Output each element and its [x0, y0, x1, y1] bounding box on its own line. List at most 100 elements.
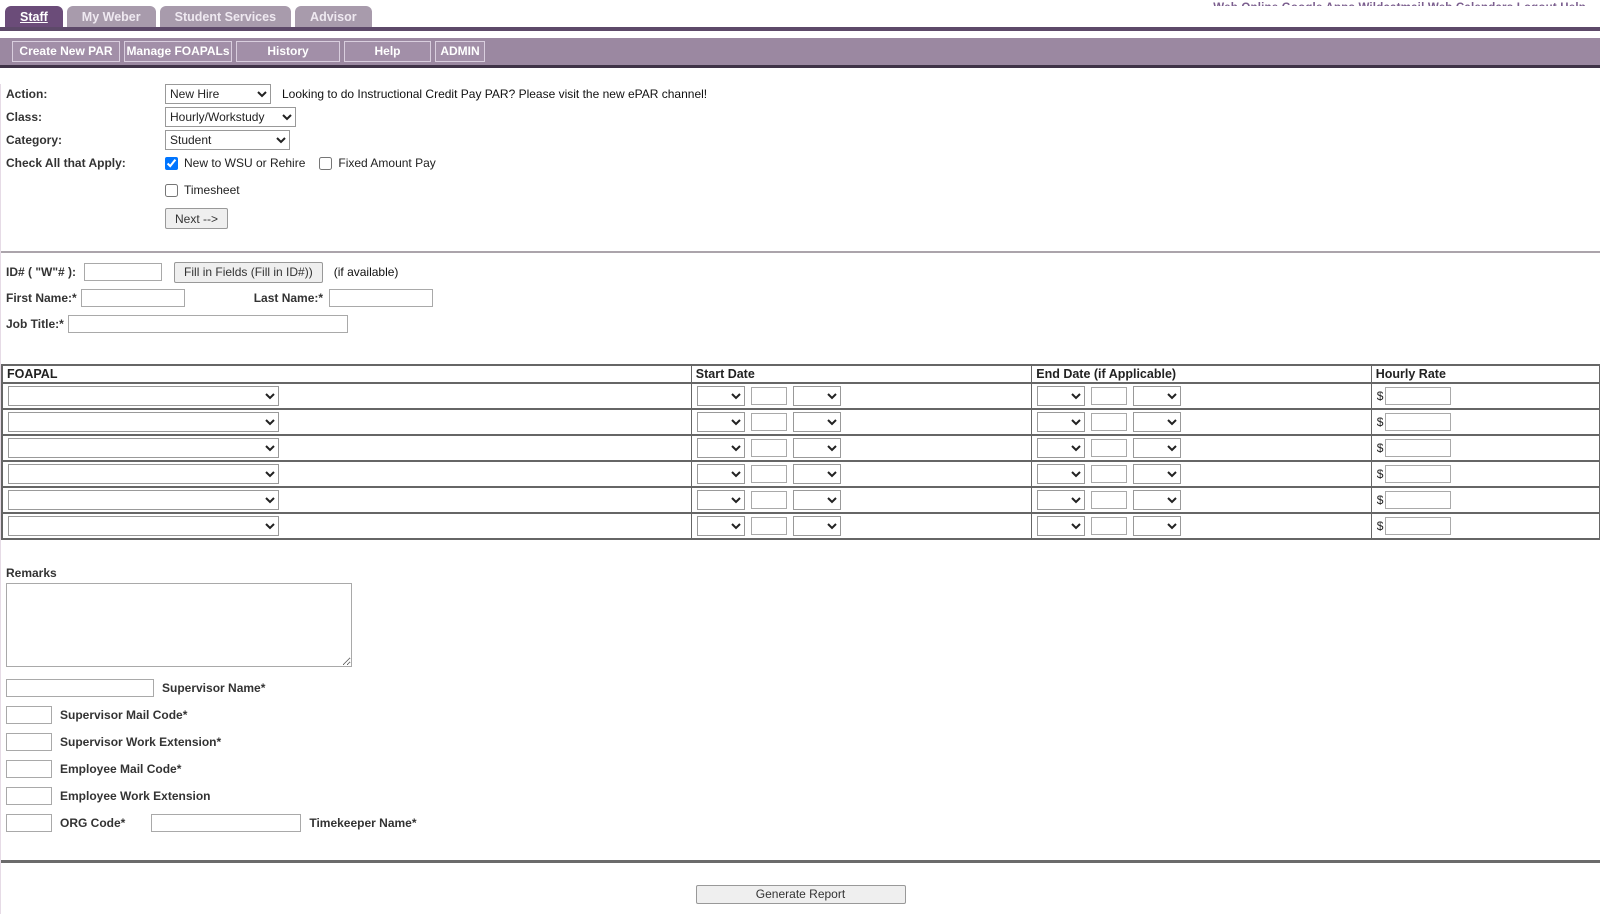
foapal-select[interactable]: [8, 516, 279, 536]
start-day-input[interactable]: [751, 387, 787, 405]
top-links-text[interactable]: Web Online Google Apps Wildcatmail Web C…: [1213, 2, 1586, 6]
hourly-rate-input[interactable]: [1385, 517, 1451, 535]
new-to-wsu-label[interactable]: New to WSU or Rehire: [184, 156, 305, 170]
fixed-amount-pay-label[interactable]: Fixed Amount Pay: [338, 156, 435, 170]
start-year-select[interactable]: [793, 516, 841, 536]
timekeeper-name-label: Timekeeper Name*: [309, 816, 416, 830]
end-month-select[interactable]: [1037, 516, 1085, 536]
remarks-label: Remarks: [6, 566, 1600, 580]
start-day-input[interactable]: [751, 413, 787, 431]
check-all-label: Check All that Apply:: [6, 156, 165, 170]
generate-report-button[interactable]: Generate Report: [696, 885, 906, 904]
action-label: Action:: [6, 87, 165, 101]
foapal-select[interactable]: [8, 438, 279, 458]
end-year-select[interactable]: [1133, 438, 1181, 458]
foapal-row: $: [2, 461, 1600, 487]
start-year-select[interactable]: [793, 412, 841, 432]
end-day-input[interactable]: [1091, 517, 1127, 535]
start-year-select[interactable]: [793, 464, 841, 484]
next-button[interactable]: Next -->: [165, 208, 228, 229]
start-day-input[interactable]: [751, 491, 787, 509]
supervisor-mail-code-label: Supervisor Mail Code*: [60, 708, 187, 722]
end-day-input[interactable]: [1091, 491, 1127, 509]
last-name-input[interactable]: [329, 289, 433, 307]
employee-work-extension-input[interactable]: [6, 787, 52, 805]
employee-mail-code-label: Employee Mail Code*: [60, 762, 181, 776]
end-month-select[interactable]: [1037, 464, 1085, 484]
end-day-input[interactable]: [1091, 439, 1127, 457]
id-number-label: ID# ( "W"# ):: [6, 265, 76, 279]
manage-foapals-button[interactable]: Manage FOAPALs: [124, 41, 232, 62]
tab-advisor[interactable]: Advisor: [295, 6, 372, 27]
help-button[interactable]: Help: [344, 41, 431, 62]
start-year-select[interactable]: [793, 490, 841, 510]
foapal-select[interactable]: [8, 464, 279, 484]
hourly-rate-input[interactable]: [1385, 413, 1451, 431]
foapal-select[interactable]: [8, 386, 279, 406]
remarks-textarea[interactable]: [6, 583, 352, 667]
timesheet-label[interactable]: Timesheet: [184, 183, 240, 197]
end-month-select[interactable]: [1037, 438, 1085, 458]
tab-my-weber[interactable]: My Weber: [67, 6, 156, 27]
supervisor-name-input[interactable]: [6, 679, 154, 697]
timesheet-checkbox[interactable]: [165, 184, 178, 197]
class-select[interactable]: Hourly/Workstudy: [165, 107, 296, 127]
new-to-wsu-checkbox[interactable]: [165, 157, 178, 170]
end-year-select[interactable]: [1133, 386, 1181, 406]
first-name-input[interactable]: [81, 289, 185, 307]
end-month-select[interactable]: [1037, 490, 1085, 510]
end-year-select[interactable]: [1133, 490, 1181, 510]
hourly-rate-input[interactable]: [1385, 465, 1451, 483]
start-month-select[interactable]: [697, 412, 745, 432]
fixed-amount-pay-checkbox[interactable]: [319, 157, 332, 170]
hourly-rate-input[interactable]: [1385, 439, 1451, 457]
supervisor-work-extension-input[interactable]: [6, 733, 52, 751]
end-year-select[interactable]: [1133, 464, 1181, 484]
end-day-input[interactable]: [1091, 387, 1127, 405]
start-day-input[interactable]: [751, 439, 787, 457]
end-month-select[interactable]: [1037, 386, 1085, 406]
end-year-select[interactable]: [1133, 516, 1181, 536]
id-number-input[interactable]: [84, 263, 162, 281]
start-year-select[interactable]: [793, 438, 841, 458]
employee-mail-code-input[interactable]: [6, 760, 52, 778]
section-divider: [1, 251, 1600, 253]
tab-student-services[interactable]: Student Services: [160, 6, 291, 27]
end-day-input[interactable]: [1091, 413, 1127, 431]
action-select[interactable]: New Hire: [165, 84, 271, 104]
start-month-select[interactable]: [697, 516, 745, 536]
foapal-row: $: [2, 383, 1600, 409]
start-month-select[interactable]: [697, 464, 745, 484]
start-day-input[interactable]: [751, 465, 787, 483]
start-year-select[interactable]: [793, 386, 841, 406]
start-date-column-header: Start Date: [691, 365, 1031, 383]
foapal-row: $: [2, 513, 1600, 539]
create-new-par-button[interactable]: Create New PAR: [12, 41, 120, 62]
history-button[interactable]: History: [236, 41, 340, 62]
job-title-label: Job Title:*: [6, 317, 64, 331]
job-title-input[interactable]: [68, 315, 348, 333]
end-month-select[interactable]: [1037, 412, 1085, 432]
timekeeper-name-input[interactable]: [151, 814, 301, 832]
supervisor-mail-code-input[interactable]: [6, 706, 52, 724]
foapal-select[interactable]: [8, 490, 279, 510]
org-code-input[interactable]: [6, 814, 52, 832]
end-day-input[interactable]: [1091, 465, 1127, 483]
end-year-select[interactable]: [1133, 412, 1181, 432]
foapal-column-header: FOAPAL: [2, 365, 691, 383]
start-month-select[interactable]: [697, 490, 745, 510]
foapal-table: FOAPAL Start Date End Date (if Applicabl…: [1, 364, 1600, 540]
start-day-input[interactable]: [751, 517, 787, 535]
start-month-select[interactable]: [697, 386, 745, 406]
foapal-row: $: [2, 409, 1600, 435]
hourly-rate-input[interactable]: [1385, 491, 1451, 509]
foapal-select[interactable]: [8, 412, 279, 432]
category-label: Category:: [6, 133, 165, 147]
tab-staff[interactable]: Staff: [5, 6, 63, 27]
category-select[interactable]: Student: [165, 130, 290, 150]
org-code-label: ORG Code*: [60, 816, 125, 830]
fill-in-fields-button[interactable]: Fill in Fields (Fill in ID#)): [174, 262, 323, 283]
admin-button[interactable]: ADMIN: [435, 41, 485, 62]
hourly-rate-input[interactable]: [1385, 387, 1451, 405]
start-month-select[interactable]: [697, 438, 745, 458]
